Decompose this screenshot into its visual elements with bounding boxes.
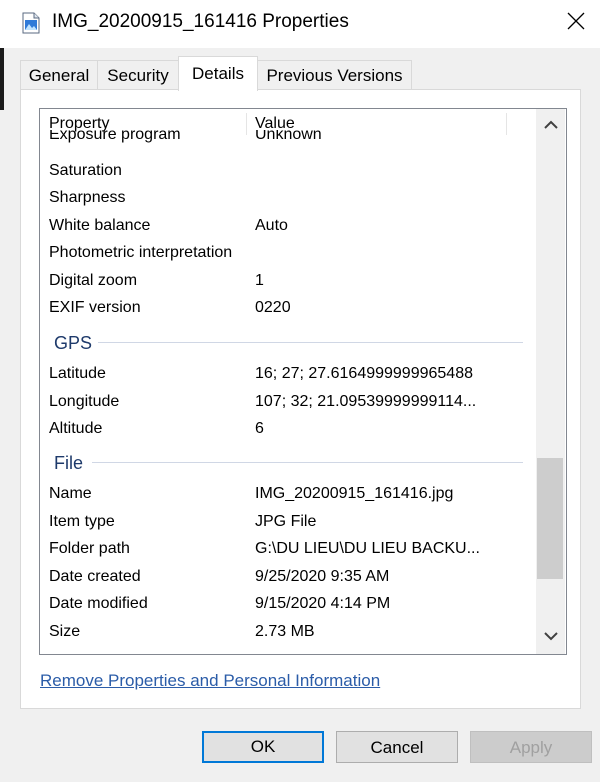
- property-name: Longitude: [49, 393, 120, 410]
- property-value: 0220: [255, 299, 291, 316]
- property-value: 9/15/2020 4:14 PM: [255, 595, 391, 612]
- property-value: 16; 27; 27.6164999999965488: [255, 365, 473, 382]
- property-name: Name: [49, 485, 92, 502]
- property-value: 2.73 MB: [255, 623, 315, 640]
- vertical-scrollbar[interactable]: [536, 109, 565, 654]
- remove-properties-link[interactable]: Remove Properties and Personal Informati…: [40, 671, 380, 691]
- title-bar: IMG_20200915_161416 Properties: [0, 0, 600, 48]
- list-item[interactable]: Latitude 16; 27; 27.6164999999965488: [40, 360, 535, 387]
- property-name: Latitude: [49, 365, 106, 382]
- property-value: 1: [255, 272, 264, 289]
- group-divider: [98, 342, 523, 343]
- image-file-icon: [22, 12, 40, 34]
- list-item[interactable]: Saturation: [40, 157, 535, 184]
- apply-button[interactable]: Apply: [470, 731, 592, 763]
- list-item[interactable]: Sharpness: [40, 184, 535, 211]
- list-item[interactable]: Folder path G:\DU LIEU\DU LIEU BACKU...: [40, 535, 535, 562]
- tab-security[interactable]: Security: [97, 60, 179, 89]
- list-item[interactable]: Date modified 9/15/2020 4:14 PM: [40, 590, 535, 617]
- property-name: Folder path: [49, 540, 130, 557]
- property-name: EXIF version: [49, 299, 141, 316]
- list-item[interactable]: White balance Auto: [40, 212, 535, 239]
- cancel-button[interactable]: Cancel: [336, 731, 458, 763]
- property-name: Sharpness: [49, 189, 126, 206]
- property-name: White balance: [49, 217, 151, 234]
- property-name: Date created: [49, 568, 141, 585]
- list-item[interactable]: EXIF version 0220: [40, 294, 535, 321]
- close-icon: [567, 12, 585, 35]
- group-header-file[interactable]: File: [54, 451, 83, 475]
- property-value: Unknown: [255, 130, 322, 143]
- list-item[interactable]: Altitude 6: [40, 415, 535, 442]
- property-value: IMG_20200915_161416.jpg: [255, 485, 454, 502]
- list-item[interactable]: Date created 9/25/2020 9:35 AM: [40, 563, 535, 590]
- property-name: Exposure program: [49, 130, 181, 143]
- property-value: 107; 32; 21.09539999999114...: [255, 393, 477, 410]
- list-item[interactable]: Photometric interpretation: [40, 239, 535, 266]
- property-value: 6: [255, 420, 264, 437]
- group-header-gps[interactable]: GPS: [54, 331, 92, 355]
- list-item[interactable]: Item type JPG File: [40, 508, 535, 535]
- property-name: Digital zoom: [49, 272, 138, 289]
- property-name: Altitude: [49, 420, 103, 437]
- property-value: Auto: [255, 217, 288, 234]
- property-value: 9/25/2020 9:35 AM: [255, 568, 390, 585]
- scroll-down-icon: [543, 628, 558, 646]
- list-item[interactable]: Size 2.73 MB: [40, 618, 535, 645]
- scroll-down-button[interactable]: [536, 624, 565, 650]
- close-button[interactable]: [552, 0, 600, 46]
- property-value: G:\DU LIEU\DU LIEU BACKU...: [255, 540, 480, 557]
- tab-general[interactable]: General: [20, 60, 98, 89]
- group-divider: [92, 462, 523, 463]
- scrollbar-thumb[interactable]: [537, 458, 563, 579]
- list-item[interactable]: Name IMG_20200915_161416.jpg: [40, 480, 535, 507]
- property-list[interactable]: Property Value Exposure program Unknown …: [39, 108, 567, 655]
- property-value: JPG File: [255, 513, 317, 530]
- ok-button[interactable]: OK: [202, 731, 324, 763]
- list-item[interactable]: Exposure program Unknown: [40, 130, 535, 148]
- property-name: Date modified: [49, 595, 148, 612]
- property-name: Photometric interpretation: [49, 244, 233, 261]
- tab-details[interactable]: Details: [178, 56, 258, 91]
- property-name: Size: [49, 623, 81, 640]
- property-name: Item type: [49, 513, 115, 530]
- window-title: IMG_20200915_161416 Properties: [52, 11, 349, 32]
- tab-previous-versions[interactable]: Previous Versions: [257, 60, 412, 89]
- scroll-up-icon: [543, 117, 558, 135]
- scroll-up-button[interactable]: [536, 113, 565, 139]
- list-item[interactable]: Longitude 107; 32; 21.09539999999114...: [40, 388, 535, 415]
- list-item[interactable]: Digital zoom 1: [40, 267, 535, 294]
- property-name: Saturation: [49, 162, 122, 179]
